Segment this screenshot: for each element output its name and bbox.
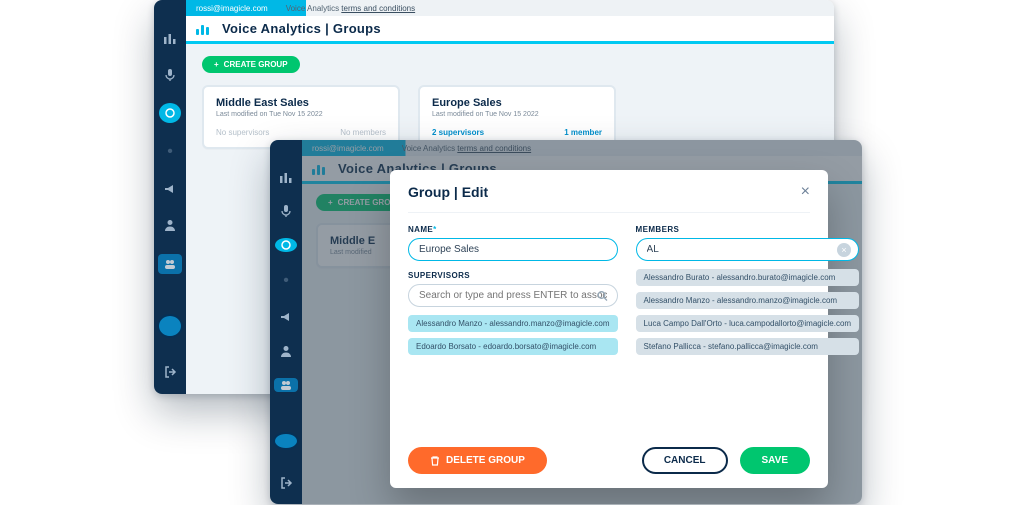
dot-icon: •: [161, 143, 179, 161]
cancel-button[interactable]: CANCEL: [642, 447, 728, 474]
terms-text: Voice Analytics terms and conditions: [286, 4, 415, 13]
member-chip[interactable]: Alessandro Burato - alessandro.burato@im…: [636, 269, 860, 286]
save-button[interactable]: SAVE: [740, 447, 811, 474]
supervisor-chip-list: Alessandro Manzo - alessandro.manzo@imag…: [408, 315, 618, 355]
user-icon[interactable]: [161, 217, 179, 233]
mic-icon[interactable]: [161, 66, 179, 82]
supervisor-chip[interactable]: Alessandro Manzo - alessandro.manzo@imag…: [408, 315, 618, 332]
group-card-supervisors[interactable]: 2 supervisors: [432, 128, 484, 137]
status-icon[interactable]: [275, 238, 297, 252]
members-label: MEMBERS: [636, 225, 860, 234]
user-icon[interactable]: [277, 344, 295, 358]
group-card-modified: Last modified on Tue Nov 15 2022: [432, 111, 602, 118]
modal-left-column: NAME* SUPERVISORS Alessandro Manzo - ale…: [408, 225, 618, 437]
system-bar: rossi@imagicle.com Voice Analytics terms…: [186, 0, 834, 16]
brand-icon: [196, 23, 212, 35]
member-chip-list: Alessandro Burato - alessandro.burato@im…: [636, 269, 860, 355]
page-title-bar: Voice Analytics | Groups: [186, 16, 834, 42]
chart-icon[interactable]: [161, 30, 179, 46]
create-group-button[interactable]: CREATE GROUP: [202, 56, 300, 73]
delete-group-button[interactable]: DELETE GROUP: [408, 447, 547, 474]
group-card-members: No members: [340, 128, 386, 137]
group-card-title: Middle East Sales: [216, 97, 386, 109]
group-edit-modal: Group | Edit × NAME* SUPERVISORS: [390, 170, 828, 488]
group-card-supervisors: No supervisors: [216, 128, 269, 137]
dot-icon: •: [277, 272, 295, 290]
avatar[interactable]: [157, 314, 183, 338]
close-icon[interactable]: ×: [801, 184, 810, 200]
megaphone-icon[interactable]: [277, 310, 295, 324]
group-card-members[interactable]: 1 member: [564, 128, 602, 137]
foreground-window: • rossi@imagicle.com Voice Analytics ter…: [270, 140, 862, 504]
group-card-modified: Last modified on Tue Nov 15 2022: [216, 111, 386, 118]
page-title: Voice Analytics | Groups: [222, 21, 381, 36]
side-nav: •: [154, 0, 186, 394]
supervisor-chip[interactable]: Edoardo Borsato - edoardo.borsato@imagic…: [408, 338, 618, 355]
groups-icon[interactable]: [158, 254, 182, 274]
supervisors-label: SUPERVISORS: [408, 271, 618, 280]
search-icon: [597, 290, 608, 301]
mic-icon[interactable]: [277, 204, 295, 218]
status-icon[interactable]: [159, 103, 181, 123]
chart-icon[interactable]: [277, 170, 295, 184]
name-label: NAME*: [408, 225, 618, 234]
members-filter-input[interactable]: [636, 238, 860, 261]
side-nav: •: [270, 140, 302, 504]
group-card-title: Europe Sales: [432, 97, 602, 109]
terms-link[interactable]: terms and conditions: [341, 4, 415, 13]
supervisor-search-input[interactable]: [408, 284, 618, 307]
logout-icon[interactable]: [161, 364, 179, 380]
clear-icon[interactable]: ×: [837, 243, 851, 257]
modal-title: Group | Edit: [408, 184, 488, 200]
member-chip[interactable]: Stefano Pallicca - stefano.pallicca@imag…: [636, 338, 860, 355]
member-chip[interactable]: Alessandro Manzo - alessandro.manzo@imag…: [636, 292, 860, 309]
avatar[interactable]: [273, 432, 299, 450]
logout-icon[interactable]: [277, 476, 295, 490]
trash-icon: [430, 456, 440, 466]
user-email: rossi@imagicle.com: [196, 4, 268, 13]
member-chip[interactable]: Luca Campo Dall'Orto - luca.campodallort…: [636, 315, 860, 332]
groups-icon[interactable]: [274, 378, 298, 392]
modal-right-column: MEMBERS × Alessandro Burato - alessandro…: [636, 225, 860, 437]
megaphone-icon[interactable]: [161, 181, 179, 197]
group-name-input[interactable]: [408, 238, 618, 261]
